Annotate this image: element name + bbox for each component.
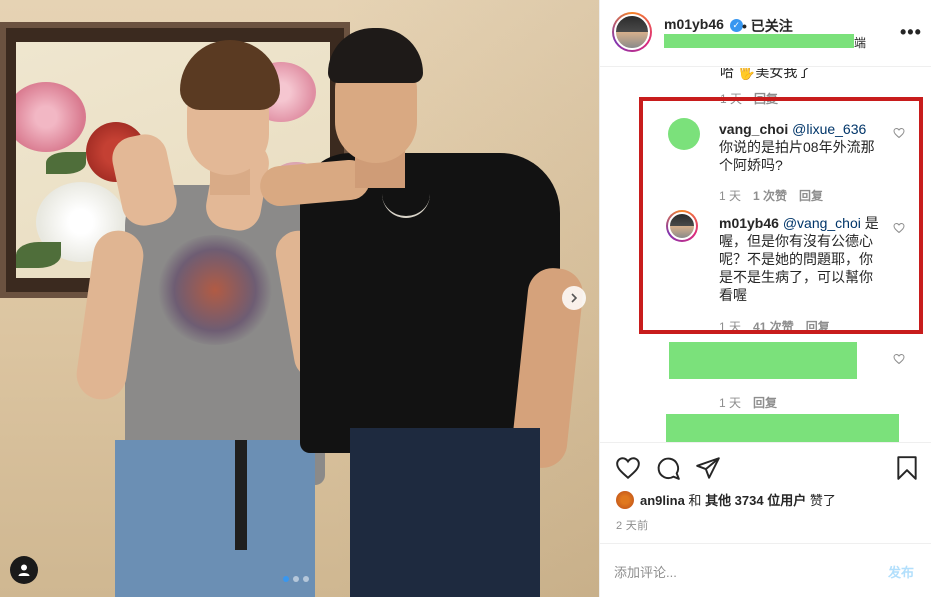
liker-avatar[interactable] [616, 490, 634, 509]
author-username[interactable]: m01yb46 ✓ [664, 16, 743, 32]
person-right [258, 28, 590, 597]
redacted-comment [669, 342, 857, 379]
carousel-dot [293, 576, 299, 582]
chevron-right-icon [571, 293, 578, 303]
post-comment-button[interactable]: 发布 [888, 562, 914, 581]
more-options-icon[interactable]: ••• [900, 22, 922, 43]
comment-composer: 添加评论... 发布 [600, 543, 931, 597]
post-timestamp[interactable]: 2 天前 [616, 517, 648, 533]
tagged-users-button[interactable] [10, 556, 38, 584]
redacted-comment [666, 414, 899, 442]
carousel-indicator [283, 576, 309, 582]
comment-icon[interactable] [655, 455, 681, 481]
share-icon[interactable] [695, 455, 721, 481]
comment-time: 1 天 [719, 396, 742, 410]
truncated-comment-text: 哈 🖐美女我了 ⁀⁀⁀⁀ [720, 68, 861, 80]
post-photo[interactable] [0, 0, 599, 597]
reply-button[interactable]: 回复 [753, 394, 777, 411]
likes-suffix: 赞了 [809, 493, 836, 508]
heart-icon[interactable] [893, 353, 905, 365]
post-header: m01yb46 ✓ • 已关注 端 ••• [600, 0, 931, 67]
post-actions [600, 442, 931, 492]
likes-others-link[interactable]: 其他 3734 位用户 [705, 493, 806, 508]
comment-meta: 1 天 回复 [719, 394, 777, 411]
author-username-text[interactable]: m01yb46 [664, 16, 724, 32]
author-avatar[interactable] [612, 12, 652, 52]
likes-summary: an9lina 和 其他 3734 位用户 赞了 [616, 490, 836, 509]
follow-status[interactable]: • 已关注 [742, 16, 793, 36]
location-tail: 端 [854, 36, 867, 50]
likes-connector: 和 [688, 493, 702, 508]
comment-input[interactable]: 添加评论... [614, 562, 677, 581]
redacted-location [664, 34, 854, 48]
verified-icon: ✓ [729, 18, 743, 32]
carousel-dot [303, 576, 309, 582]
liker-username[interactable]: an9lina [640, 493, 685, 508]
like-heart-icon[interactable] [615, 455, 641, 481]
carousel-dot [283, 576, 289, 582]
carousel-next-button[interactable] [562, 286, 586, 310]
user-icon [18, 564, 30, 576]
highlight-annotation-box [639, 97, 923, 334]
bookmark-icon[interactable] [894, 455, 920, 481]
